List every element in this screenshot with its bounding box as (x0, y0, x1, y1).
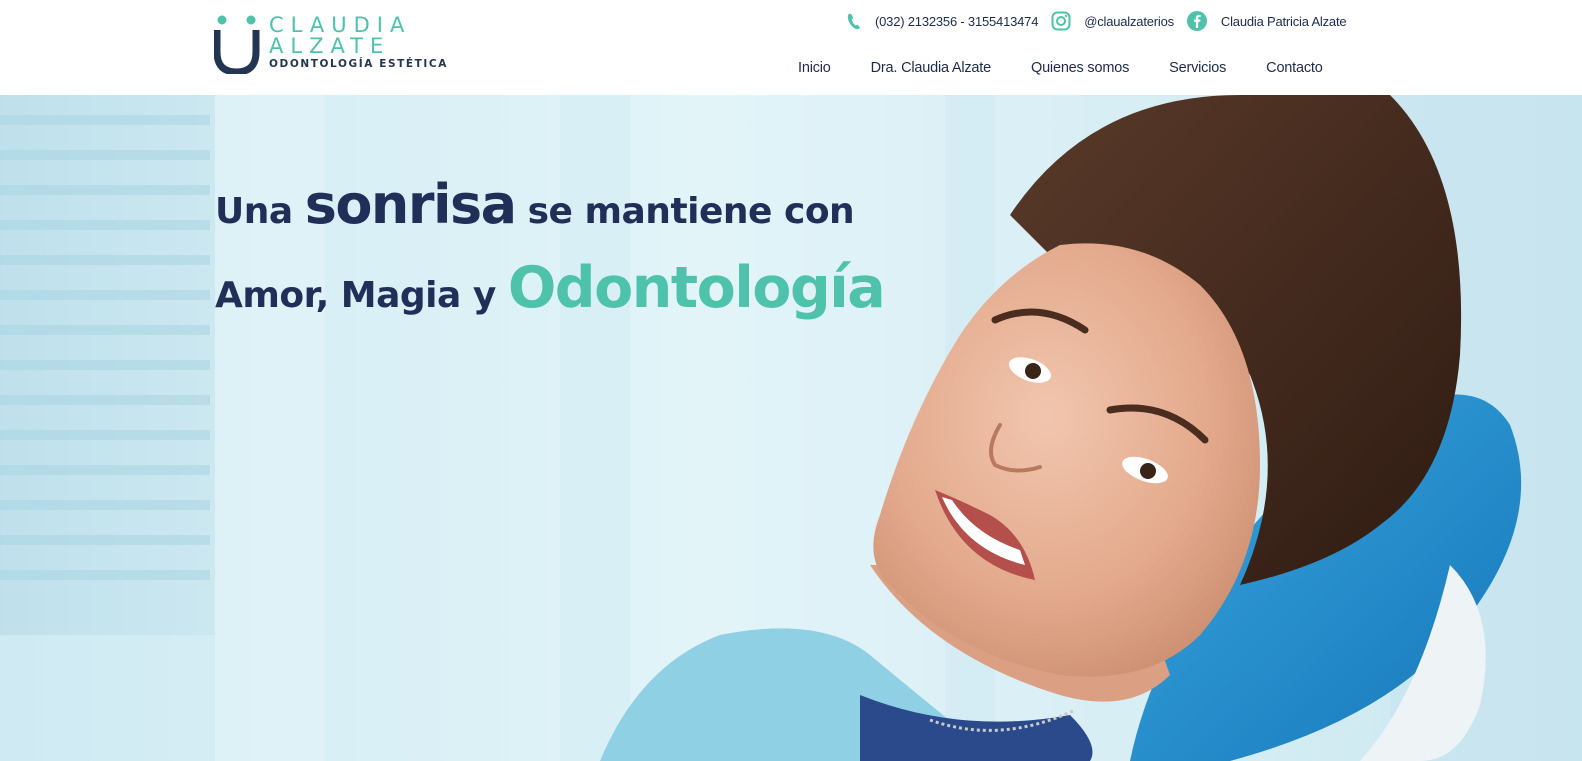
contact-bar: (032) 2132356 - 3155413474 @claualzateri… (843, 8, 1347, 34)
nav-item-contacto[interactable]: Contacto (1246, 57, 1342, 79)
main-nav: Inicio Dra. Claudia Alzate Quienes somos… (778, 57, 1343, 79)
headline-line-1: Una sonrisa se mantiene con (215, 173, 865, 243)
facebook-icon[interactable] (1186, 10, 1208, 32)
nav-item-inicio[interactable]: Inicio (778, 57, 851, 79)
instagram-icon[interactable] (1050, 10, 1072, 32)
facebook-name[interactable]: Claudia Patricia Alzate (1221, 14, 1347, 29)
brand-logo[interactable]: CLAUDIA ALZATE ODONTOLOGÍA ESTÉTICA (214, 13, 446, 76)
headline-text: Amor, Magia y (215, 275, 508, 316)
hero-headline: Una sonrisa se mantiene con Amor, Magia … (215, 173, 886, 345)
site-header: CLAUDIA ALZATE ODONTOLOGÍA ESTÉTICA (032… (0, 0, 1582, 95)
headline-text: se mantiene con (515, 191, 855, 232)
headline-text: Una (215, 191, 305, 232)
logo-tagline: ODONTOLOGÍA ESTÉTICA (269, 58, 448, 70)
headline-emphasis-odontologia: Odontología (507, 255, 886, 321)
phone-icon (847, 13, 860, 30)
logo-name-last: ALZATE (269, 34, 391, 58)
logo-name-first: CLAUDIA (269, 13, 412, 37)
logo-tooth-mark-icon (214, 15, 260, 74)
headline-emphasis-sonrisa: sonrisa (304, 173, 517, 236)
headline-line-2: Amor, Magia y Odontología (215, 255, 886, 345)
nav-item-dra-claudia-alzate[interactable]: Dra. Claudia Alzate (851, 57, 1011, 79)
nav-item-quienes-somos[interactable]: Quienes somos (1011, 57, 1149, 79)
nav-item-servicios[interactable]: Servicios (1149, 57, 1246, 79)
hero-banner: Una sonrisa se mantiene con Amor, Magia … (0, 95, 1582, 761)
instagram-handle[interactable]: @claualzaterios (1084, 14, 1174, 29)
phone-number[interactable]: (032) 2132356 - 3155413474 (875, 14, 1038, 29)
